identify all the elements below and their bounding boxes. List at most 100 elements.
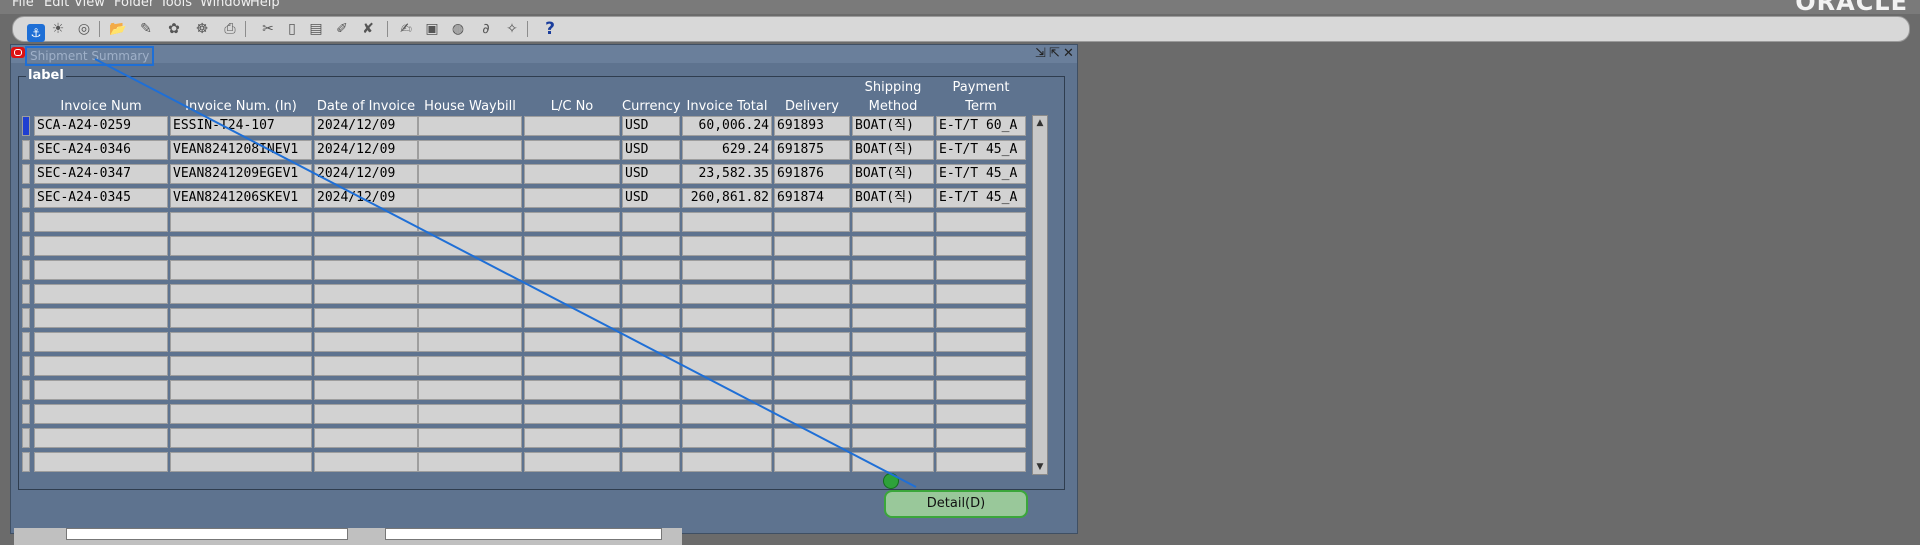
table-cell[interactable] <box>524 116 620 136</box>
table-cell[interactable] <box>524 140 620 160</box>
row-selector[interactable] <box>22 212 30 232</box>
table-cell[interactable] <box>682 236 772 256</box>
table-cell[interactable] <box>314 380 418 400</box>
table-cell[interactable] <box>170 212 312 232</box>
table-cell[interactable] <box>682 308 772 328</box>
column-header[interactable]: Invoice Num. (In) <box>170 98 312 116</box>
table-cell[interactable]: E-T/T 60_A <box>936 116 1026 136</box>
row-selector[interactable] <box>22 404 30 424</box>
table-cell[interactable] <box>418 332 522 352</box>
table-cell[interactable] <box>524 308 620 328</box>
table-cell[interactable] <box>524 212 620 232</box>
table-cell[interactable] <box>682 212 772 232</box>
table-cell[interactable] <box>774 380 850 400</box>
row-selector[interactable] <box>22 428 30 448</box>
row-selector[interactable] <box>22 116 30 136</box>
table-cell[interactable] <box>622 404 680 424</box>
table-cell[interactable]: BOAT(직) <box>852 140 934 160</box>
table-cell[interactable] <box>774 260 850 280</box>
table-cell[interactable] <box>418 260 522 280</box>
table-cell[interactable]: SCA-A24-0259 <box>34 116 168 136</box>
table-cell[interactable] <box>852 428 934 448</box>
table-cell[interactable] <box>936 332 1026 352</box>
table-cell[interactable] <box>34 428 168 448</box>
table-cell[interactable] <box>170 428 312 448</box>
table-cell[interactable]: 2024/12/09 <box>314 164 418 184</box>
table-cell[interactable] <box>524 284 620 304</box>
table-cell[interactable] <box>418 164 522 184</box>
table-cell[interactable] <box>524 380 620 400</box>
table-cell[interactable] <box>418 404 522 424</box>
table-cell[interactable] <box>314 404 418 424</box>
table-cell[interactable] <box>314 428 418 448</box>
table-cell[interactable] <box>34 260 168 280</box>
table-cell[interactable] <box>682 380 772 400</box>
table-cell[interactable] <box>418 356 522 376</box>
table-cell[interactable] <box>936 428 1026 448</box>
table-cell[interactable] <box>34 236 168 256</box>
table-cell[interactable] <box>418 452 522 472</box>
table-cell[interactable] <box>622 380 680 400</box>
table-cell[interactable] <box>852 452 934 472</box>
table-cell[interactable] <box>524 164 620 184</box>
table-cell[interactable] <box>170 356 312 376</box>
table-cell[interactable] <box>524 404 620 424</box>
table-cell[interactable] <box>622 428 680 448</box>
table-cell[interactable] <box>774 332 850 352</box>
table-cell[interactable]: SEC-A24-0345 <box>34 188 168 208</box>
table-cell[interactable] <box>852 212 934 232</box>
table-cell[interactable] <box>774 236 850 256</box>
column-header[interactable]: Invoice Num <box>34 98 168 116</box>
table-cell[interactable] <box>34 356 168 376</box>
table-cell[interactable] <box>622 452 680 472</box>
table-cell[interactable]: VEAN8241206SKEV1 <box>170 188 312 208</box>
table-cell[interactable] <box>774 284 850 304</box>
column-header[interactable]: Delivery <box>774 98 850 116</box>
table-cell[interactable] <box>936 236 1026 256</box>
table-cell[interactable]: USD <box>622 188 680 208</box>
table-cell[interactable] <box>622 212 680 232</box>
table-cell[interactable] <box>314 284 418 304</box>
table-cell[interactable] <box>314 236 418 256</box>
table-cell[interactable]: 60,006.24 <box>682 116 772 136</box>
row-selector[interactable] <box>22 284 30 304</box>
table-cell[interactable] <box>524 260 620 280</box>
table-cell[interactable] <box>852 380 934 400</box>
table-cell[interactable]: 691874 <box>774 188 850 208</box>
table-cell[interactable] <box>170 236 312 256</box>
table-cell[interactable] <box>524 428 620 448</box>
table-cell[interactable] <box>774 428 850 448</box>
row-selector[interactable] <box>22 308 30 328</box>
underlying-field-1[interactable] <box>66 528 348 540</box>
table-cell[interactable]: BOAT(직) <box>852 164 934 184</box>
row-selector[interactable] <box>22 260 30 280</box>
row-selector[interactable] <box>22 380 30 400</box>
table-cell[interactable]: VEAN8241208INEV1 <box>170 140 312 160</box>
table-cell[interactable]: ESSIN-T24-107 <box>170 116 312 136</box>
table-cell[interactable] <box>936 404 1026 424</box>
table-cell[interactable] <box>170 284 312 304</box>
table-cell[interactable] <box>34 284 168 304</box>
table-cell[interactable]: E-T/T 45_A <box>936 164 1026 184</box>
table-cell[interactable] <box>314 308 418 328</box>
table-cell[interactable] <box>314 356 418 376</box>
scroll-down-icon[interactable]: ▼ <box>1033 460 1047 474</box>
table-cell[interactable]: 2024/12/09 <box>314 116 418 136</box>
table-cell[interactable]: BOAT(직) <box>852 116 934 136</box>
column-header[interactable]: House Waybill <box>418 98 522 116</box>
row-selector[interactable] <box>22 188 30 208</box>
table-cell[interactable]: SEC-A24-0347 <box>34 164 168 184</box>
table-cell[interactable] <box>682 284 772 304</box>
table-cell[interactable] <box>622 308 680 328</box>
table-cell[interactable]: 2024/12/09 <box>314 140 418 160</box>
table-cell[interactable]: E-T/T 45_A <box>936 140 1026 160</box>
table-cell[interactable]: E-T/T 45_A <box>936 188 1026 208</box>
column-header[interactable]: L/C No <box>524 98 620 116</box>
table-cell[interactable] <box>622 284 680 304</box>
table-cell[interactable] <box>936 212 1026 232</box>
table-cell[interactable] <box>524 356 620 376</box>
table-cell[interactable] <box>418 212 522 232</box>
table-cell[interactable] <box>418 380 522 400</box>
row-selector[interactable] <box>22 236 30 256</box>
table-cell[interactable] <box>682 452 772 472</box>
